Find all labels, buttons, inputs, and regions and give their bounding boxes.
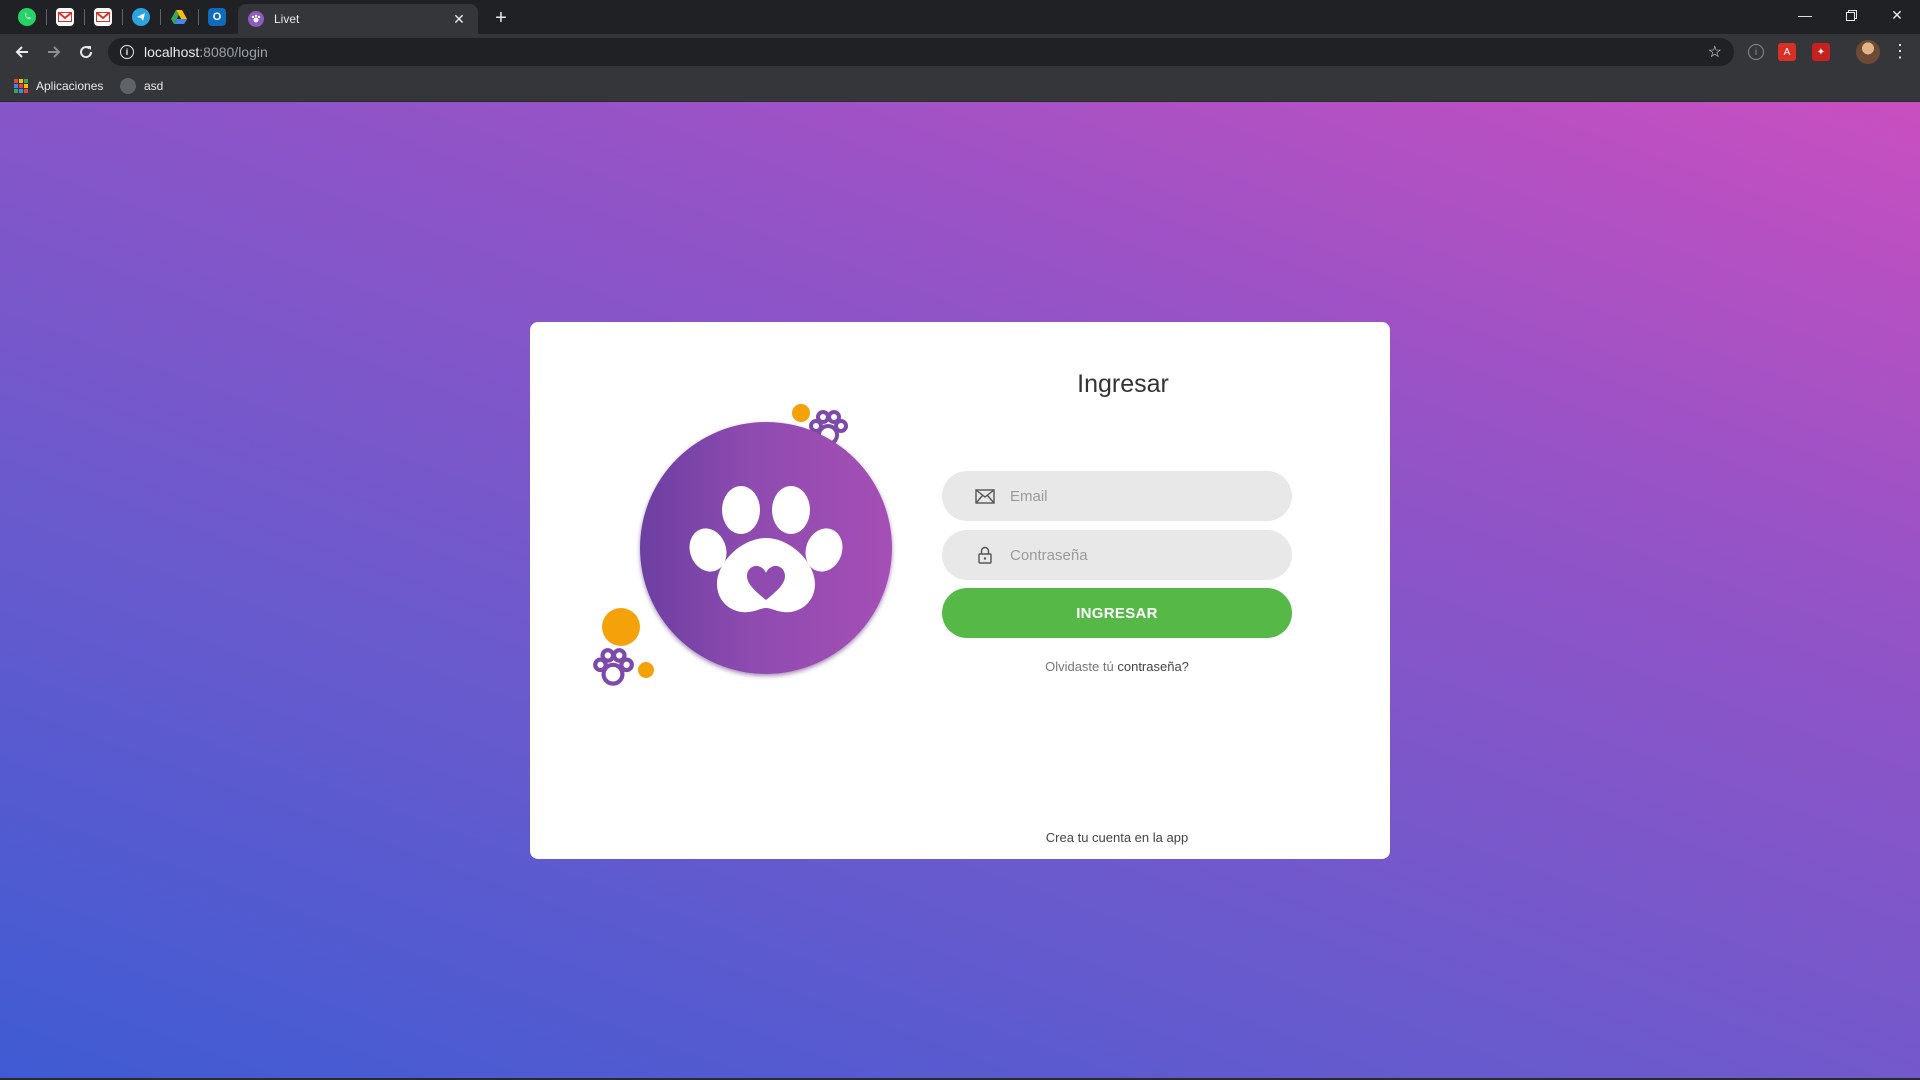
email-field[interactable] [942, 471, 1292, 521]
paw-favicon-icon [248, 11, 264, 27]
site-info-icon[interactable]: i [120, 45, 134, 59]
login-card: Ingresar INGRESAR Olvidaste tú contraseñ… [530, 322, 1390, 859]
bookmark-asd[interactable]: asd [120, 76, 163, 96]
google-drive-icon [170, 8, 188, 26]
apps-icon [14, 79, 28, 93]
pinned-tab-gmail-2[interactable] [84, 4, 122, 30]
lock-icon [974, 544, 996, 566]
pinned-tab-whatsapp[interactable] [8, 4, 46, 30]
create-account-text[interactable]: Crea tu cuenta en la app [942, 830, 1292, 845]
password-input[interactable] [1010, 530, 1292, 580]
small-paw-icon [593, 648, 634, 686]
tab-title: Livet [274, 12, 300, 26]
pinned-tab-outlook[interactable]: O [198, 4, 236, 30]
pinned-tab-gmail-1[interactable] [46, 4, 84, 30]
telegram-icon [132, 8, 150, 26]
address-path: :8080/login [199, 44, 268, 60]
outlook-icon: O [208, 8, 226, 26]
bookmark-star-icon[interactable]: ☆ [1708, 42, 1722, 62]
tab-livet[interactable]: Livet ✕ [238, 4, 478, 34]
envelope-icon [974, 485, 996, 507]
reload-icon[interactable] [72, 38, 100, 66]
whatsapp-icon [18, 8, 36, 26]
decor-dot [602, 608, 640, 646]
extension-info-icon[interactable]: i [1748, 44, 1764, 60]
page-background: Ingresar INGRESAR Olvidaste tú contraseñ… [0, 102, 1920, 1080]
pinned-tab-drive[interactable] [160, 4, 198, 30]
login-button[interactable]: INGRESAR [942, 588, 1292, 638]
email-input[interactable] [1010, 471, 1292, 521]
close-window-icon[interactable]: ✕ [1874, 0, 1920, 30]
forgot-password-link[interactable]: contraseña? [1117, 659, 1189, 674]
gmail-icon [94, 8, 112, 26]
new-tab-button[interactable]: + [488, 6, 514, 32]
bookmark-label: asd [144, 79, 164, 93]
back-icon[interactable] [8, 38, 36, 66]
forgot-password: Olvidaste tú contraseña? [942, 659, 1292, 674]
decor-dot [638, 662, 654, 678]
gmail-icon [56, 8, 74, 26]
bookmark-apps[interactable]: Aplicaciones [14, 76, 103, 96]
bookmarks-bar: Aplicaciones asd [0, 70, 1920, 102]
bookmark-label: Aplicaciones [36, 79, 104, 93]
forgot-prefix: Olvidaste tú [1045, 659, 1114, 674]
tab-strip: O Livet ✕ + — ✕ [0, 0, 1920, 34]
address-host: localhost [144, 44, 200, 60]
paw-heart-icon [689, 486, 843, 613]
app-logo [590, 382, 892, 686]
address-bar[interactable]: i localhost:8080/login ☆ [108, 38, 1734, 66]
password-field[interactable] [942, 530, 1292, 580]
close-tab-icon[interactable]: ✕ [450, 11, 468, 28]
pinned-tab-telegram[interactable] [122, 4, 160, 30]
browser-toolbar: i localhost:8080/login ☆ i A ✦ ⋮ [0, 34, 1920, 70]
restore-icon[interactable] [1828, 0, 1874, 30]
extension-puzzle-icon[interactable]: ✦ [1812, 43, 1830, 61]
minimize-icon[interactable]: — [1782, 0, 1828, 30]
extension-red-icon[interactable]: A [1778, 43, 1796, 61]
forward-icon[interactable] [40, 38, 68, 66]
login-title: Ingresar [1077, 370, 1169, 398]
browser-menu-icon[interactable]: ⋮ [1890, 40, 1910, 64]
profile-avatar[interactable] [1856, 40, 1880, 64]
bookmark-favicon-icon [120, 78, 136, 94]
